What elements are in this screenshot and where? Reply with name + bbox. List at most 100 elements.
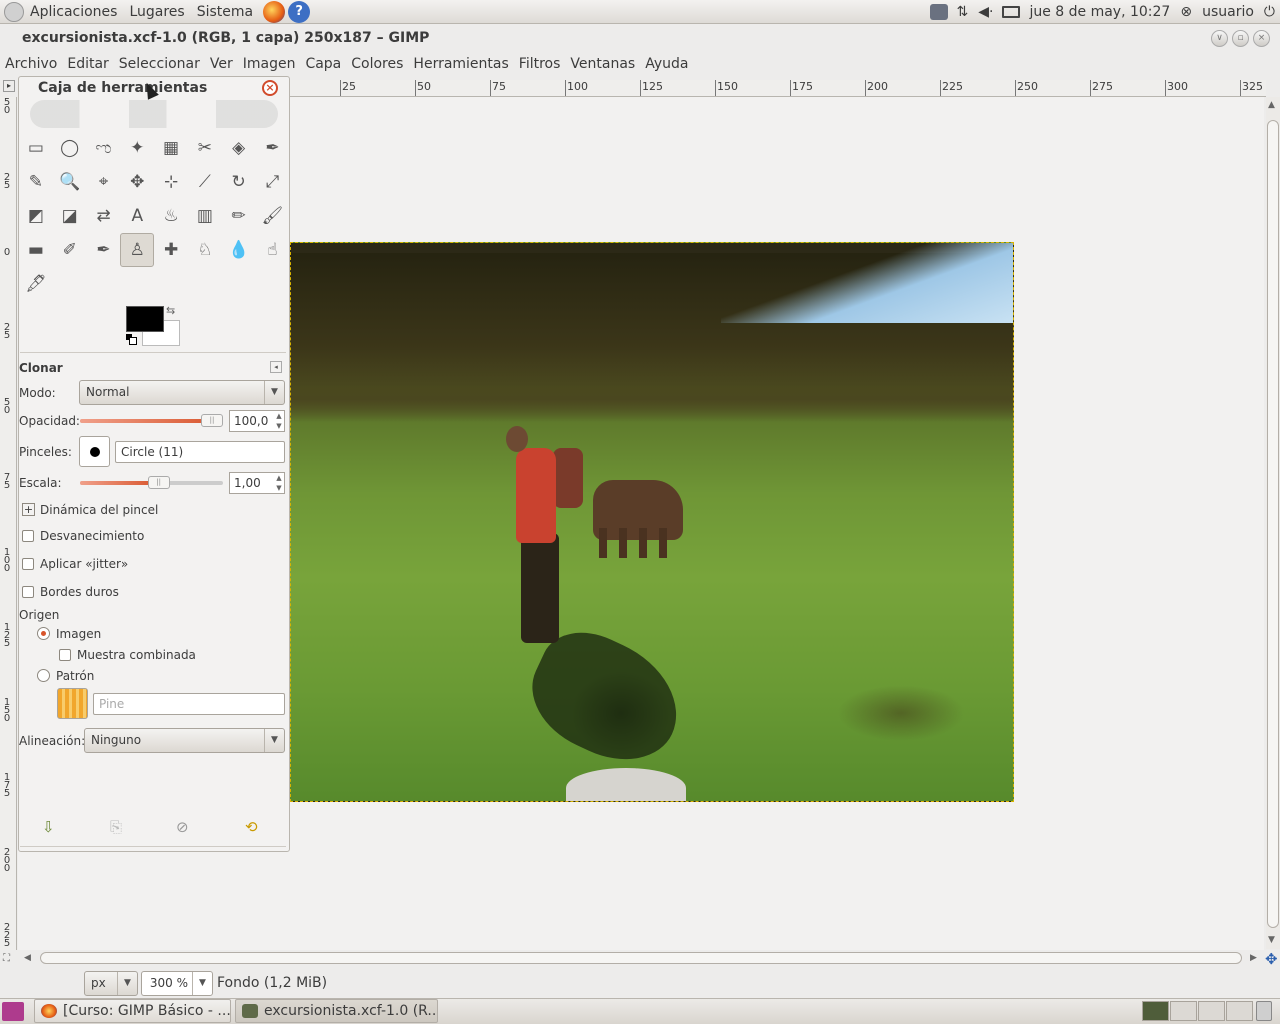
toolbox-close-icon[interactable]: × (262, 80, 278, 96)
tool-move-icon[interactable]: ✥ (120, 165, 154, 199)
reset-colors-icon[interactable] (126, 334, 137, 345)
sample-merged-checkbox[interactable] (59, 649, 71, 661)
trash-icon[interactable] (1256, 1001, 1272, 1021)
zoom-combo[interactable]: 300 % ▼ (141, 971, 213, 996)
reset-options-icon[interactable]: ⟲ (245, 818, 258, 836)
brush-name-field[interactable]: Circle (11) (115, 441, 285, 463)
unit-combo[interactable]: px ▼ (84, 971, 138, 996)
quick-mask-toggle-icon[interactable]: ▸ (3, 80, 15, 92)
menu-ventanas[interactable]: Ventanas (565, 56, 640, 72)
hard-edges-label[interactable]: Bordes duros (40, 585, 119, 599)
image-canvas[interactable] (290, 242, 1014, 802)
vertical-ruler[interactable]: 5 0 2 5 0 2 5 5 0 7 5 1 0 0 1 2 5 1 5 0 1 7 5 2 0 … (0, 97, 17, 950)
source-image-radio[interactable] (37, 627, 50, 640)
tool-text-icon[interactable]: A (120, 199, 154, 233)
fade-checkbox[interactable] (22, 530, 34, 542)
tool-zoom-icon[interactable]: 🔍 (53, 165, 87, 199)
tool-blur-icon[interactable]: 💧 (222, 233, 256, 267)
spin-arrows-icon[interactable]: ▲ ▼ (274, 411, 284, 431)
tool-pencil-icon[interactable]: ✏ (222, 199, 256, 233)
menu-ayuda[interactable]: Ayuda (640, 56, 693, 72)
menu-herramientas[interactable]: Herramientas (408, 56, 513, 72)
tool-color-select-icon[interactable]: ▦ (154, 131, 188, 165)
foreground-color-swatch-top[interactable] (126, 306, 164, 332)
firefox-icon[interactable] (263, 0, 286, 23)
source-image-label[interactable]: Imagen (56, 627, 101, 641)
scroll-down-arrow-icon[interactable]: ▼ (1268, 935, 1275, 945)
tool-rect-select-icon[interactable]: ▭ (19, 131, 53, 165)
configure-tab-icon[interactable]: ◂ (270, 361, 282, 373)
tool-airbrush-icon[interactable]: ✐ (53, 233, 87, 267)
tool-ink-icon[interactable]: ✒ (87, 233, 121, 267)
scale-slider-handle[interactable]: || (147, 476, 170, 489)
tool-blend-icon[interactable]: ▥ (188, 199, 222, 233)
tool-paintbrush-icon[interactable]: 🖌 (256, 199, 290, 233)
minimize-button[interactable]: ∨ (1211, 30, 1228, 47)
brush-preview-button[interactable] (79, 436, 110, 467)
fade-label[interactable]: Desvanecimiento (40, 529, 144, 543)
swap-colors-icon[interactable]: ⇆ (166, 304, 175, 317)
tool-paths-icon[interactable]: ✒ (256, 131, 290, 165)
tool-clone-icon[interactable]: ♙ (120, 233, 155, 267)
jitter-checkbox[interactable] (22, 558, 34, 570)
alignment-combo[interactable]: Ninguno ▼ (84, 728, 285, 753)
mail-icon[interactable] (1002, 6, 1021, 18)
scale-spinbox[interactable]: 1,00 ▲ ▼ (229, 472, 285, 494)
tool-shear-icon[interactable]: ◩ (19, 199, 53, 233)
workspace-3[interactable] (1198, 1001, 1225, 1021)
tool-foreground-select-icon[interactable]: ◈ (222, 131, 256, 165)
close-window-button[interactable]: × (1253, 30, 1270, 47)
show-desktop-icon[interactable] (2, 1002, 24, 1021)
hard-edges-checkbox[interactable] (22, 586, 34, 598)
workspace-2[interactable] (1170, 1001, 1197, 1021)
pattern-name-field[interactable]: Pine (93, 693, 285, 715)
panel-menu-places[interactable]: Lugares (123, 4, 190, 20)
tool-align-icon[interactable]: ⊹ (154, 165, 188, 199)
user-name[interactable]: usuario (1202, 4, 1254, 20)
tool-crop-icon[interactable]: ⟋ (188, 165, 222, 199)
taskbar-item-gimp[interactable]: excursionista.xcf-1.0 (R... (235, 999, 438, 1023)
jitter-label[interactable]: Aplicar «jitter» (40, 557, 128, 571)
taskbar-item-browser[interactable]: [Curso: GIMP Básico - ... (34, 999, 231, 1023)
tool-eraser-icon[interactable]: ▬ (19, 233, 53, 267)
tool-ellipse-select-icon[interactable]: ◯ (53, 131, 87, 165)
help-icon[interactable]: ? (288, 0, 311, 23)
tool-scale-icon[interactable]: ⤢ (256, 165, 290, 199)
mode-combo[interactable]: Normal ▼ (79, 380, 285, 405)
user-status-icon[interactable]: ⊗ (1180, 4, 1192, 20)
tool-heal-icon[interactable]: ✚ (154, 233, 188, 267)
workspace-1[interactable] (1142, 1001, 1169, 1021)
tool-smudge-icon[interactable]: ☝ (256, 233, 290, 267)
tool-free-select-icon[interactable]: ಌ (87, 131, 121, 165)
wilber-drop-zone[interactable] (30, 100, 278, 128)
opacity-spinbox[interactable]: 100,0 ▲ ▼ (229, 410, 285, 432)
horizontal-scrollbar-thumb[interactable] (40, 952, 1242, 964)
power-icon[interactable]: ⏻ (1264, 4, 1275, 20)
sample-merged-label[interactable]: Muestra combinada (77, 648, 196, 662)
tool-dodge-burn-icon[interactable]: 🖋 (19, 267, 53, 301)
tool-fuzzy-select-icon[interactable]: ✦ (120, 131, 154, 165)
source-pattern-radio[interactable] (37, 669, 50, 682)
menu-imagen[interactable]: Imagen (238, 56, 301, 72)
brush-dynamics-label[interactable]: Dinámica del pincel (40, 503, 158, 517)
gnome-foot-icon[interactable] (4, 1, 24, 22)
tool-bucket-fill-icon[interactable]: ♨ (154, 199, 188, 233)
menu-editar[interactable]: Editar (62, 56, 113, 72)
pattern-preview-button[interactable] (57, 688, 88, 719)
tool-scissors-icon[interactable]: ✂ (188, 131, 222, 165)
maximize-button[interactable]: ▫ (1232, 30, 1249, 47)
tool-color-picker-icon[interactable]: ✎ (19, 165, 53, 199)
tool-rotate-icon[interactable]: ↻ (222, 165, 256, 199)
tool-measure-icon[interactable]: ⌖ (87, 165, 121, 199)
tool-flip-icon[interactable]: ⇄ (87, 199, 121, 233)
clock[interactable]: jue 8 de may, 10:27 (1029, 4, 1170, 20)
panel-menu-system[interactable]: Sistema (191, 4, 259, 20)
vertical-scrollbar-thumb[interactable] (1267, 120, 1279, 928)
save-options-icon[interactable]: ⇩ (42, 818, 55, 836)
scroll-left-arrow-icon[interactable]: ◀ (24, 953, 31, 963)
source-pattern-label[interactable]: Patrón (56, 669, 94, 683)
menu-colores[interactable]: Colores (346, 56, 408, 72)
menu-seleccionar[interactable]: Seleccionar (114, 56, 205, 72)
spin-arrows-icon[interactable]: ▲ ▼ (274, 473, 284, 493)
menu-archivo[interactable]: Archivo (0, 56, 62, 72)
